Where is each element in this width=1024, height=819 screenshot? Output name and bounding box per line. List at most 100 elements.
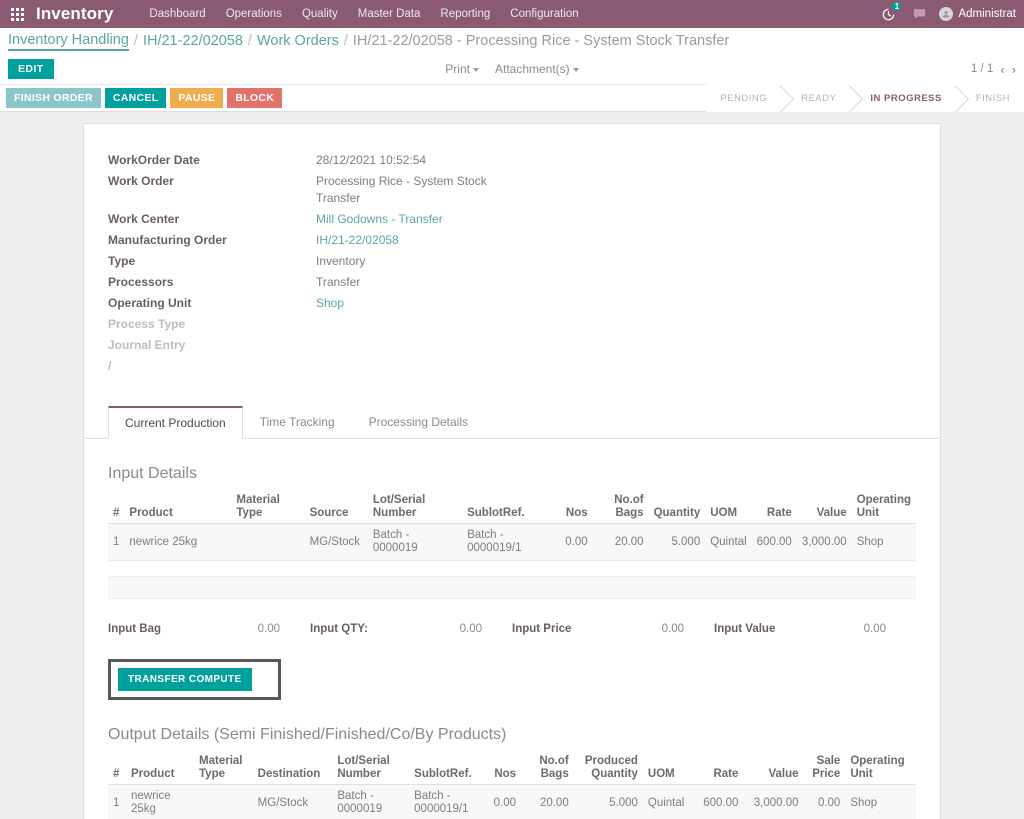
col-lot-serial-number: Lot/Serial Number xyxy=(367,491,463,524)
col-no-of-bags: No.of Bags xyxy=(521,752,574,785)
tab-time-tracking[interactable]: Time Tracking xyxy=(243,406,352,439)
content-area: WorkOrder Date 28/12/2021 10:52:54 Work … xyxy=(0,112,1024,819)
col-rate: Rate xyxy=(693,752,744,785)
action-status-bar: FINISH ORDER CANCEL PAUSE BLOCK PENDING … xyxy=(0,84,1024,112)
table-row[interactable]: 1 newrice 25kg MG/Stock Batch - 0000019 … xyxy=(108,523,916,561)
attachments-dropdown[interactable]: Attachment(s) xyxy=(495,62,579,76)
menu-item-operations[interactable]: Operations xyxy=(216,2,292,26)
print-dropdown[interactable]: Print xyxy=(445,62,479,76)
col-index: # xyxy=(108,752,126,785)
cell-material-type xyxy=(231,523,305,561)
add-line-row[interactable] xyxy=(108,576,916,599)
workflow-action-buttons: FINISH ORDER CANCEL PAUSE BLOCK xyxy=(6,88,283,108)
field-value-work-center[interactable]: Mill Godowns - Transfer xyxy=(316,209,916,230)
output-table-body: 1 newrice 25kg MG/Stock Batch - 0000019 … xyxy=(108,784,916,819)
tab-processing-details[interactable]: Processing Details xyxy=(352,406,485,439)
output-header-row: # Product Material Type Destination Lot/… xyxy=(108,752,916,785)
status-step-in-progress[interactable]: IN PROGRESS xyxy=(850,84,956,112)
user-menu[interactable]: Administrat xyxy=(935,0,1022,28)
col-lot-serial-number: Lot/Serial Number xyxy=(332,752,410,785)
transfer-compute-button[interactable]: TRANSFER COMPUTE xyxy=(118,668,252,691)
col-rate: Rate xyxy=(751,491,797,524)
summary-input-price: Input Price 0.00 xyxy=(512,623,714,635)
transfer-compute-highlight: TRANSFER COMPUTE xyxy=(108,659,281,700)
field-label-type: Type xyxy=(108,254,136,268)
chevron-down-icon xyxy=(472,67,479,72)
col-product: Product xyxy=(126,752,195,785)
status-step-pending[interactable]: PENDING xyxy=(706,84,782,112)
pause-button[interactable]: PAUSE xyxy=(170,88,224,108)
cell-product: newrice 25kg xyxy=(126,784,195,819)
cell-material-type xyxy=(194,784,253,819)
breadcrumb-item-inventory-handling[interactable]: Inventory Handling xyxy=(8,32,129,51)
col-operating-unit: Operating Unit xyxy=(851,491,916,524)
col-uom: UOM xyxy=(705,491,752,524)
finish-order-button[interactable]: FINISH ORDER xyxy=(6,88,101,108)
input-header-row: # Product Material Type Source Lot/Seria… xyxy=(108,491,916,524)
menu-item-quality[interactable]: Quality xyxy=(292,2,348,26)
breadcrumb-item-order[interactable]: IH/21-22/02058 xyxy=(143,33,243,49)
breadcrumb-item-work-orders[interactable]: Work Orders xyxy=(257,33,339,49)
field-value-process-type xyxy=(316,314,916,335)
output-table-head: # Product Material Type Destination Lot/… xyxy=(108,752,916,785)
apps-grid-icon[interactable] xyxy=(4,1,30,27)
field-value-type: Inventory xyxy=(316,254,366,268)
edit-button[interactable]: EDIT xyxy=(8,59,54,79)
input-details-title: Input Details xyxy=(108,465,197,482)
summary-value-input-qty: 0.00 xyxy=(459,623,482,635)
cell-no-of-bags: 20.00 xyxy=(592,523,649,561)
control-bar-center: Print Attachment(s) xyxy=(0,62,1024,76)
app-brand-title[interactable]: Inventory xyxy=(36,4,113,24)
col-sublot-ref: SublotRef. xyxy=(409,752,484,785)
menu-item-reporting[interactable]: Reporting xyxy=(430,2,500,26)
col-operating-unit: Operating Unit xyxy=(845,752,916,785)
cell-product: newrice 25kg xyxy=(124,523,232,561)
col-nos: Nos xyxy=(557,491,593,524)
cell-quantity: 5.000 xyxy=(648,523,706,561)
field-value-slash xyxy=(316,356,916,377)
summary-label-input-bag: Input Bag xyxy=(108,623,162,635)
summary-label-input-price: Input Price xyxy=(512,623,572,635)
col-destination: Destination xyxy=(252,752,333,785)
chat-bubble-icon[interactable] xyxy=(904,0,935,28)
summary-input-value: Input Value 0.00 xyxy=(714,623,916,635)
tab-current-production[interactable]: Current Production xyxy=(108,406,243,439)
menu-item-configuration[interactable]: Configuration xyxy=(500,2,588,26)
clock-activity-icon[interactable]: 1 xyxy=(873,0,904,28)
cell-index: 1 xyxy=(108,523,125,561)
field-label-manufacturing-order: Manufacturing Order xyxy=(108,233,227,247)
summary-input-qty: Input QTY: 0.00 xyxy=(310,623,512,635)
chevron-left-icon[interactable]: ‹ xyxy=(1000,62,1004,77)
field-value-work-order: Processing Rice - System Stock Transfer xyxy=(316,174,487,205)
field-value-processors: Transfer xyxy=(316,275,361,289)
activity-count-badge: 1 xyxy=(892,2,902,11)
pager-count: 1 / 1 xyxy=(970,63,994,75)
col-produced-quantity: Produced Quantity xyxy=(573,752,643,785)
cell-lot-serial-number: Batch - 0000019 xyxy=(367,523,463,561)
chevron-right-icon[interactable]: › xyxy=(1012,62,1016,77)
summary-input-bag: Input Bag 0.00 xyxy=(108,623,310,635)
table-row[interactable]: 1 newrice 25kg MG/Stock Batch - 0000019 … xyxy=(108,784,916,819)
cancel-button[interactable]: CANCEL xyxy=(104,88,167,108)
col-material-type: Material Type xyxy=(194,752,253,785)
attachments-label: Attachment(s) xyxy=(494,62,570,76)
menu-item-dashboard[interactable]: Dashboard xyxy=(139,2,215,26)
block-button[interactable]: BLOCK xyxy=(227,88,283,108)
chevron-down-icon xyxy=(572,67,579,72)
table-spacer-row xyxy=(108,560,916,577)
col-uom: UOM xyxy=(642,752,694,785)
field-value-operating-unit[interactable]: Shop xyxy=(316,293,916,314)
field-value-manufacturing-order[interactable]: IH/21-22/02058 xyxy=(316,230,916,251)
top-navbar: Inventory Dashboard Operations Quality M… xyxy=(0,0,1024,28)
menu-item-master-data[interactable]: Master Data xyxy=(348,2,431,26)
output-details-title: Output Details (Semi Finished/Finished/C… xyxy=(108,726,507,743)
cell-uom: Quintal xyxy=(705,523,752,561)
control-bar: EDIT Print Attachment(s) 1 / 1 ‹ › xyxy=(0,54,1024,84)
add-line-cell[interactable] xyxy=(108,576,916,599)
cell-sublot-ref: Batch - 0000019/1 xyxy=(409,784,484,819)
breadcrumb-separator: / xyxy=(247,33,252,49)
col-sublot-ref: SublotRef. xyxy=(462,491,558,524)
col-value: Value xyxy=(796,491,852,524)
cell-lot-serial-number: Batch - 0000019 xyxy=(332,784,410,819)
col-quantity: Quantity xyxy=(648,491,706,524)
